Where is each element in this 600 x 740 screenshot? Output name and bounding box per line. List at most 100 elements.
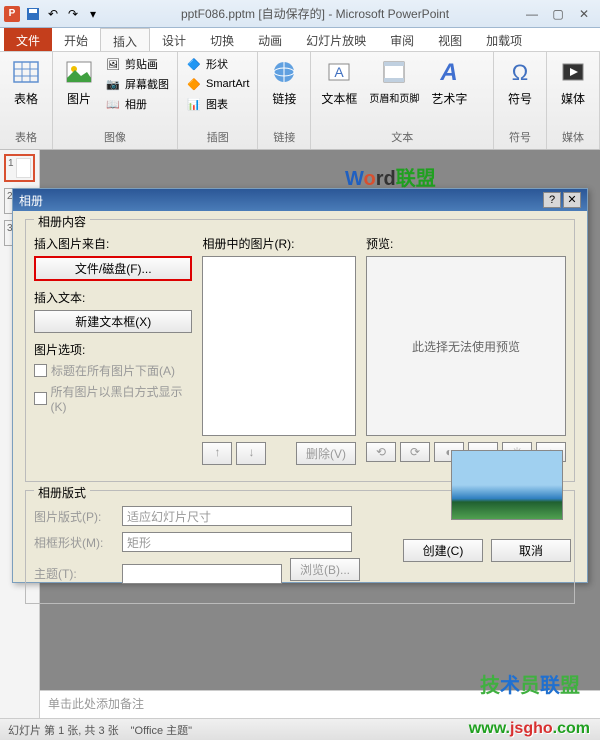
- headerfooter-icon: [378, 56, 410, 88]
- table-icon: [10, 56, 42, 88]
- move-down-button[interactable]: ↓: [236, 442, 266, 465]
- svg-text:A: A: [335, 64, 345, 80]
- ribbon: 表格 表格 图片 🖼剪贴画 📷屏幕截图 📖相册 图像 🔷形状 🔶SmartArt…: [0, 52, 600, 150]
- tab-transition[interactable]: 切换: [198, 28, 246, 51]
- tables-button[interactable]: 表格: [4, 54, 48, 129]
- watermark-wordlm: Word联盟: [345, 162, 436, 191]
- media-icon: [557, 56, 589, 88]
- tab-review[interactable]: 审阅: [378, 28, 426, 51]
- tab-insert[interactable]: 插入: [100, 28, 150, 51]
- smartart-button[interactable]: 🔶SmartArt: [182, 74, 253, 94]
- symbols-button[interactable]: Ω 符号: [498, 54, 542, 129]
- slide-indicator: 幻灯片 第 1 张, 共 3 张: [8, 722, 119, 738]
- ribbon-group-images: 图片 🖼剪贴画 📷屏幕截图 📖相册 图像: [53, 52, 178, 149]
- new-textbox-button[interactable]: 新建文本框(X): [34, 310, 192, 333]
- rotate-left-button[interactable]: ⟲: [366, 442, 396, 462]
- symbol-icon: Ω: [504, 56, 536, 88]
- delete-button[interactable]: 删除(V): [296, 442, 356, 465]
- screenshot-button[interactable]: 📷屏幕截图: [101, 74, 173, 94]
- slide-thumb-1[interactable]: 1: [4, 154, 35, 182]
- move-up-button[interactable]: ↑: [202, 442, 232, 465]
- tables-label: 表格: [14, 90, 38, 107]
- insert-text-label: 插入文本:: [34, 289, 192, 306]
- screenshot-icon: 📷: [105, 76, 121, 92]
- checkbox-icon: [34, 364, 47, 377]
- undo-icon[interactable]: ↶: [44, 5, 62, 23]
- tab-home[interactable]: 开始: [52, 28, 100, 51]
- picture-button[interactable]: 图片: [57, 54, 101, 129]
- preview-label: 预览:: [366, 235, 566, 252]
- layout-preview-image: [451, 450, 563, 520]
- smartart-icon: 🔶: [186, 76, 202, 92]
- theme-input[interactable]: [122, 564, 282, 584]
- minimize-button[interactable]: —: [520, 5, 544, 23]
- group-label-media: 媒体: [551, 129, 595, 147]
- caption-checkbox-row[interactable]: 标题在所有图片下面(A): [34, 362, 192, 379]
- album-dialog: 相册 ? ✕ 相册内容 插入图片来自: 文件/磁盘(F)... 插入文本: 新建…: [12, 188, 588, 583]
- textbox-icon: A: [323, 56, 355, 88]
- group-label-illustrations: 插图: [182, 129, 253, 147]
- qat-dropdown-icon[interactable]: ▾: [84, 5, 102, 23]
- group-label-text: 文本: [315, 129, 489, 147]
- options-label: 图片选项:: [34, 341, 192, 358]
- links-button[interactable]: 链接: [262, 54, 306, 129]
- tab-slideshow[interactable]: 幻灯片放映: [294, 28, 378, 51]
- create-button[interactable]: 创建(C): [403, 539, 483, 562]
- ribbon-tabs: 文件 开始 插入 设计 切换 动画 幻灯片放映 审阅 视图 加载项: [0, 28, 600, 52]
- dialog-close-button[interactable]: ✕: [563, 192, 581, 208]
- maximize-button[interactable]: ▢: [546, 5, 570, 23]
- redo-icon[interactable]: ↷: [64, 5, 82, 23]
- file-disk-button[interactable]: 文件/磁盘(F)...: [34, 256, 192, 281]
- rotate-right-button[interactable]: ⟳: [400, 442, 430, 462]
- album-button[interactable]: 📖相册: [101, 94, 173, 114]
- ribbon-group-illustrations: 🔷形状 🔶SmartArt 📊图表 插图: [178, 52, 258, 149]
- content-fieldset: 相册内容 插入图片来自: 文件/磁盘(F)... 插入文本: 新建文本框(X) …: [25, 219, 575, 482]
- ribbon-group-tables: 表格 表格: [0, 52, 53, 149]
- tab-design[interactable]: 设计: [150, 28, 198, 51]
- svg-text:A: A: [440, 59, 458, 86]
- group-label-images: 图像: [57, 129, 173, 147]
- theme-label: 主题(T):: [34, 565, 114, 582]
- ribbon-group-links: 链接 链接: [258, 52, 311, 149]
- checkbox-icon: [34, 392, 47, 405]
- pictures-listbox[interactable]: [202, 256, 356, 436]
- window-controls: — ▢ ✕: [520, 5, 596, 23]
- content-fieldset-label: 相册内容: [34, 213, 90, 230]
- titlebar: P ↶ ↷ ▾ pptF086.pptm [自动保存的] - Microsoft…: [0, 0, 600, 28]
- cancel-button[interactable]: 取消: [491, 539, 571, 562]
- media-button[interactable]: 媒体: [551, 54, 595, 129]
- textbox-button[interactable]: A 文本框: [315, 54, 363, 129]
- tab-view[interactable]: 视图: [426, 28, 474, 51]
- tab-file[interactable]: 文件: [4, 28, 52, 51]
- wordart-icon: A: [433, 56, 465, 88]
- headerfooter-button[interactable]: 页眉和页脚: [363, 54, 425, 129]
- picture-label: 图片: [67, 90, 91, 107]
- group-label-links: 链接: [262, 129, 306, 147]
- save-icon[interactable]: [24, 5, 42, 23]
- dialog-titlebar: 相册 ? ✕: [13, 189, 587, 211]
- headerfooter-label: 页眉和页脚: [369, 90, 419, 105]
- insert-from-label: 插入图片来自:: [34, 235, 192, 252]
- wordart-button[interactable]: A 艺术字: [425, 54, 473, 129]
- svg-text:Ω: Ω: [512, 60, 528, 85]
- quick-access-toolbar: ↶ ↷ ▾: [24, 5, 102, 23]
- dialog-help-button[interactable]: ?: [543, 192, 561, 208]
- pics-in-album-label: 相册中的图片(R):: [202, 235, 356, 252]
- close-button[interactable]: ✕: [572, 5, 596, 23]
- layout-fieldset-label: 相册版式: [34, 484, 90, 501]
- tab-animation[interactable]: 动画: [246, 28, 294, 51]
- chart-icon: 📊: [186, 96, 202, 112]
- links-label: 链接: [272, 90, 296, 107]
- browse-button[interactable]: 浏览(B)...: [290, 558, 360, 581]
- blackwhite-checkbox-row[interactable]: 所有图片以黑白方式显示(K): [34, 383, 192, 414]
- shapes-icon: 🔷: [186, 56, 202, 72]
- shapes-button[interactable]: 🔷形状: [182, 54, 253, 74]
- pic-layout-select[interactable]: 适应幻灯片尺寸: [122, 506, 352, 526]
- group-label-symbols: 符号: [498, 129, 542, 147]
- chart-button[interactable]: 📊图表: [182, 94, 253, 114]
- app-icon: P: [4, 6, 20, 22]
- clipart-button[interactable]: 🖼剪贴画: [101, 54, 173, 74]
- ribbon-group-media: 媒体 媒体: [547, 52, 600, 149]
- frame-shape-select[interactable]: 矩形: [122, 532, 352, 552]
- tab-addins[interactable]: 加载项: [474, 28, 534, 51]
